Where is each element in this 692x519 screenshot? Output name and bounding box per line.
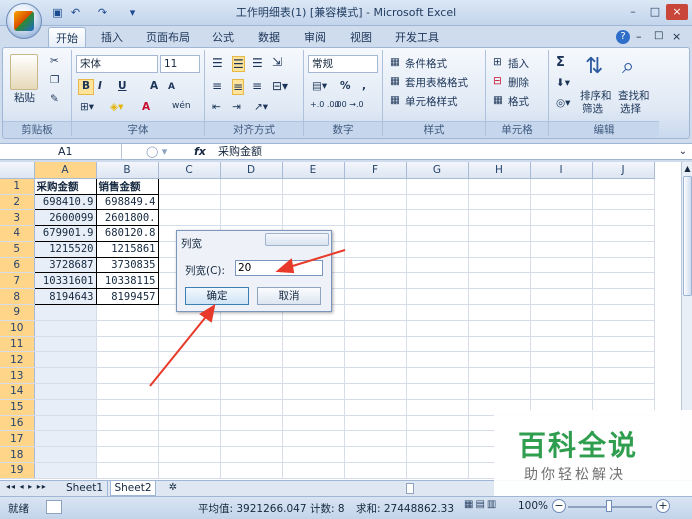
zoom-slider-thumb[interactable] (606, 500, 612, 512)
status-sum: 求和: 27448862.33 (356, 503, 455, 515)
status-average: 平均值: 3921266.047 (198, 503, 307, 515)
sheet-tab-sheet1[interactable]: Sheet1 (62, 481, 108, 496)
office-logo-icon (14, 11, 34, 31)
watermark-subtitle: 助你轻松解决 (524, 467, 626, 483)
zoom-in-icon[interactable]: + (656, 499, 670, 513)
zoom-out-icon[interactable]: − (552, 499, 566, 513)
watermark: 百科全说 助你轻松解决 (494, 410, 692, 496)
horizontal-scroll-thumb[interactable] (406, 483, 414, 494)
status-count: 计数: 8 (310, 503, 345, 515)
arrow-to-ok (149, 312, 210, 387)
arrow-to-input (285, 249, 346, 269)
macro-record-icon[interactable] (46, 500, 62, 514)
zoom-level[interactable]: 100% (518, 500, 548, 512)
arrow-head-icon (199, 303, 216, 323)
arrow-head-icon (275, 258, 295, 274)
view-mode-icons[interactable]: ▦▤▥ (464, 499, 514, 515)
new-sheet-icon[interactable]: ✲ (162, 481, 184, 496)
watermark-title: 百科全说 (518, 429, 639, 462)
status-ready: 就绪 (8, 503, 29, 515)
sheet-tab-sheet2[interactable]: Sheet2 (110, 481, 156, 496)
sheet-nav-buttons[interactable]: ◂◂ ◂ ▸ ▸▸ (6, 482, 47, 491)
